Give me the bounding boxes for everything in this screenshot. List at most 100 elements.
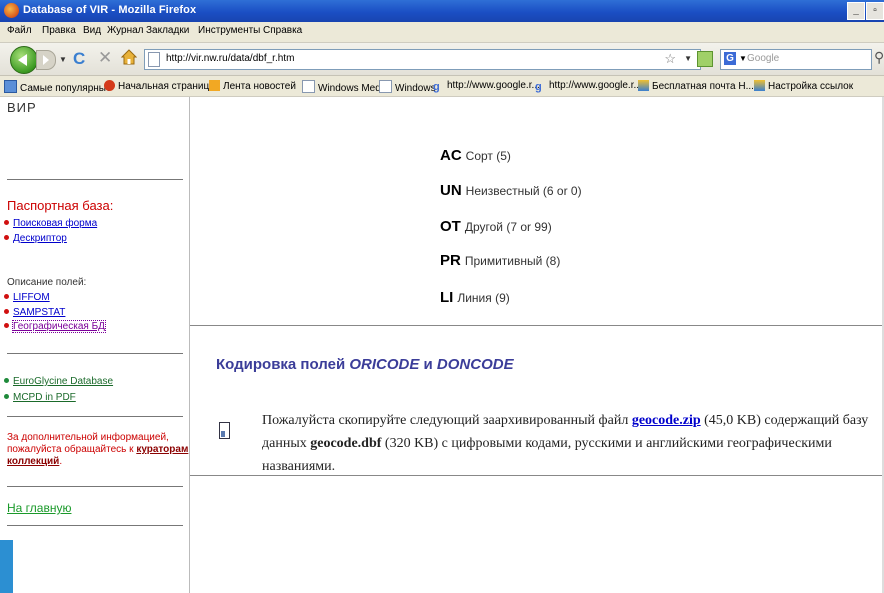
address-bar[interactable]: http://vir.nw.ru/data/dbf_r.htm ☆ ▼: [144, 49, 701, 70]
google-icon: g: [433, 81, 440, 93]
minimize-button[interactable]: _: [847, 2, 865, 20]
section-divider: [190, 475, 882, 476]
bookmark-label: Лента новостей: [223, 81, 296, 92]
section-heading: Кодировка полей ORICODE и DONCODE: [216, 356, 514, 373]
info-text: За дополнительной информацией, пожалуйст…: [7, 432, 193, 468]
search-placeholder: Google: [747, 53, 780, 64]
bookmark-google-2[interactable]: g http://www.google.r...: [535, 80, 642, 93]
search-input[interactable]: G ▼ Google: [720, 49, 872, 70]
descriptor-link[interactable]: Дескриптор: [13, 233, 67, 244]
menu-file[interactable]: Файл: [7, 25, 32, 36]
heading-text: Кодировка полей: [216, 356, 350, 373]
bullet-icon: [4, 235, 9, 240]
bookmark-label: http://www.google.r...: [447, 80, 540, 91]
window-titlebar: Database of VIR - Mozilla Firefox _ ▫: [0, 0, 884, 22]
page-icon: [379, 80, 392, 93]
code-row: LI Линия (9): [440, 289, 510, 306]
search-icon[interactable]: ⚲: [874, 49, 884, 66]
bookmark-label: Начальная страница: [118, 81, 215, 92]
menu-view[interactable]: Вид: [83, 25, 101, 36]
euroglycine-link[interactable]: EuroGlycine Database: [13, 376, 113, 387]
google-icon: g: [535, 81, 542, 93]
mail-icon: [638, 80, 649, 91]
bookmark-google-1[interactable]: g http://www.google.r...: [433, 80, 540, 93]
bookmark-windows[interactable]: Windows: [379, 80, 436, 94]
code-description: Неизвестный (6 or 0): [465, 184, 582, 198]
heading-text: и: [419, 356, 437, 373]
navigation-toolbar: ▼ C ✕ http://vir.nw.ru/data/dbf_r.htm ☆ …: [0, 43, 884, 76]
settings-link-icon: [754, 80, 765, 91]
sidebar: ВИР Паспортная база: Поисковая форма Дес…: [0, 97, 196, 593]
maximize-button[interactable]: ▫: [866, 2, 884, 20]
bookmark-label: Настройка ссылок: [768, 81, 854, 92]
code-row: PR Примитивный (8): [440, 252, 560, 269]
rss-icon: [209, 80, 220, 91]
address-dropdown-icon[interactable]: ▼: [684, 54, 692, 63]
address-url[interactable]: http://vir.nw.ru/data/dbf_r.htm: [166, 53, 294, 64]
code-description: Линия (9): [457, 291, 510, 305]
liffom-link[interactable]: LIFFOM: [13, 292, 50, 303]
divider: [7, 179, 183, 180]
mcpd-pdf-link[interactable]: MCPD in PDF: [13, 392, 76, 403]
firefox-bookmark-icon: [104, 80, 115, 91]
code-value: AC: [440, 147, 462, 164]
menu-bookmarks[interactable]: Закладки: [146, 25, 189, 36]
firefox-logo-icon: [4, 3, 19, 18]
bookmark-label: Windows: [395, 83, 436, 94]
home-icon[interactable]: [121, 49, 137, 65]
divider: [7, 353, 183, 354]
passport-title: Паспортная база:: [7, 198, 114, 213]
sidebar-separator: [189, 97, 190, 593]
search-form-link[interactable]: Поисковая форма: [13, 218, 97, 229]
geocode-zip-link[interactable]: geocode.zip: [632, 413, 701, 428]
bullet-icon: [4, 309, 9, 314]
stop-icon[interactable]: ✕: [98, 48, 112, 68]
bookmarks-toolbar: Самые популярные Начальная страница Лент…: [0, 76, 884, 97]
bookmark-page-icon[interactable]: [697, 51, 713, 67]
code-description: Другой (7 or 99): [464, 220, 552, 234]
bookmark-windows-media[interactable]: Windows Media: [302, 80, 389, 94]
history-dropdown-icon[interactable]: ▼: [59, 55, 67, 64]
bullet-icon: [4, 294, 9, 299]
back-button[interactable]: [10, 46, 38, 74]
code-value: UN: [440, 182, 462, 199]
heading-field-oricode: ORICODE: [349, 356, 420, 373]
reload-icon[interactable]: C: [73, 49, 85, 69]
bullet-icon: [4, 378, 9, 383]
menu-edit[interactable]: Правка: [42, 25, 76, 36]
side-accent-bar: [0, 540, 13, 593]
bookmark-customize-links[interactable]: Настройка ссылок: [754, 80, 853, 92]
bookmark-label: Самые популярные: [20, 83, 112, 94]
code-row: UN Неизвестный (6 or 0): [440, 182, 582, 199]
menu-help[interactable]: Справка: [263, 25, 302, 36]
file-icon: [219, 422, 230, 439]
google-icon[interactable]: G: [724, 52, 736, 65]
home-link[interactable]: На главную: [7, 501, 71, 515]
code-row: AC Сорт (5): [440, 147, 511, 164]
heading-field-doncode: DONCODE: [436, 356, 514, 373]
page-icon: [148, 52, 160, 67]
bookmark-free-mail[interactable]: Бесплатная почта H...: [638, 80, 754, 92]
forward-button[interactable]: [36, 50, 56, 70]
bookmark-home-page[interactable]: Начальная страница: [104, 80, 215, 92]
bookmark-news-feed[interactable]: Лента новостей: [209, 80, 296, 92]
divider: [7, 416, 183, 417]
window-title: Database of VIR - Mozilla Firefox: [23, 4, 197, 16]
geo-db-link[interactable]: Географическая БД: [12, 320, 106, 333]
bookmark-star-icon[interactable]: ☆: [664, 51, 676, 67]
menu-tools[interactable]: Инструменты: [198, 25, 260, 36]
code-row: OT Другой (7 or 99): [440, 218, 552, 235]
code-value: LI: [440, 289, 454, 306]
bullet-icon: [4, 323, 9, 328]
geocode-dbf-text: geocode.dbf: [310, 436, 382, 451]
bookmark-folder-icon: [4, 80, 17, 93]
bookmark-most-visited[interactable]: Самые популярные: [4, 80, 112, 94]
menu-history[interactable]: Журнал: [107, 25, 144, 36]
code-description: Сорт (5): [465, 149, 511, 163]
section-divider: [190, 325, 882, 326]
bookmark-label: Windows Media: [318, 83, 389, 94]
divider: [7, 525, 183, 526]
sampstat-link[interactable]: SAMPSTAT: [13, 307, 65, 318]
search-engine-dropdown-icon[interactable]: ▼: [739, 54, 747, 63]
bullet-icon: [4, 220, 9, 225]
